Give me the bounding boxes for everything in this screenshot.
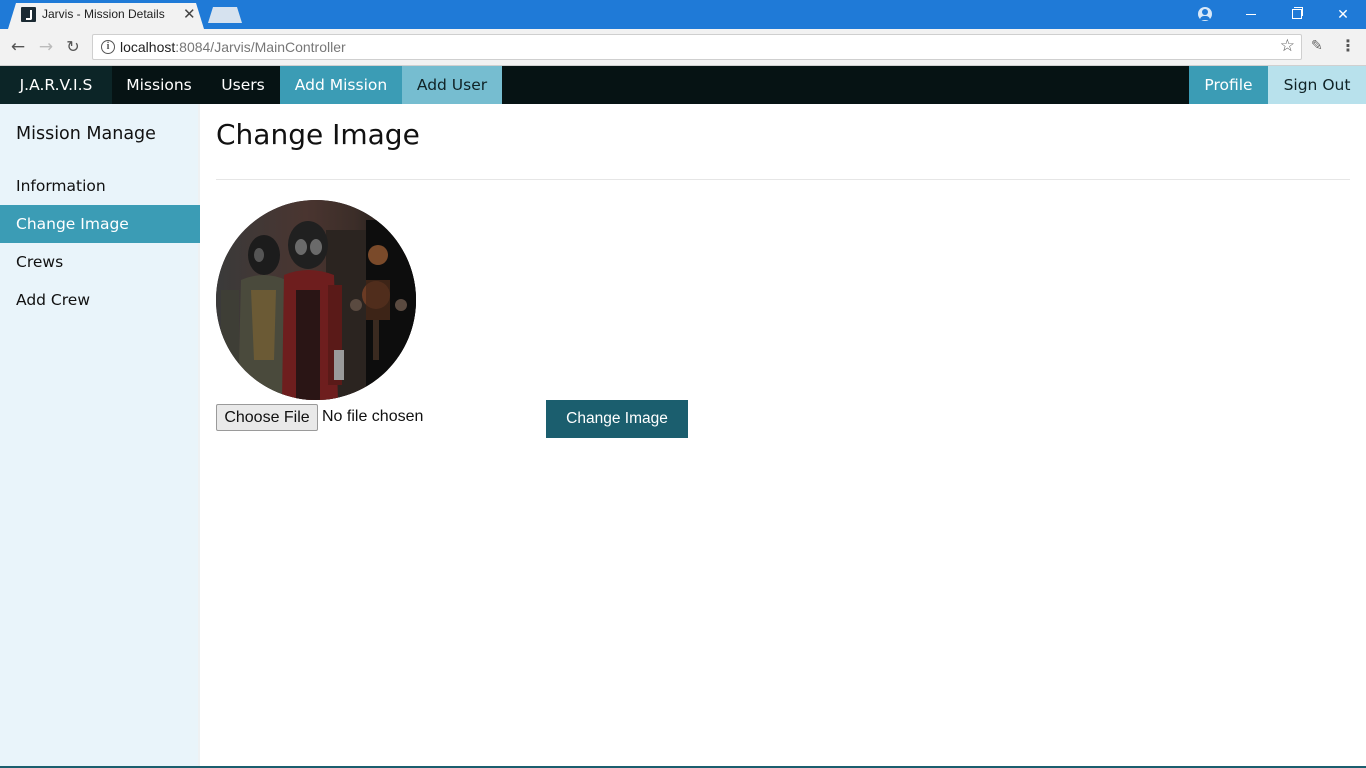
file-status-text: No file chosen: [322, 408, 424, 425]
reload-icon[interactable]: ↻: [63, 37, 83, 57]
sidebar-item-crews[interactable]: Crews: [0, 243, 200, 281]
sidebar-heading: Mission Manage: [16, 124, 156, 144]
address-bar[interactable]: i localhost:8084/Jarvis/MainController ☆: [92, 34, 1302, 60]
sidebar-item-add-crew[interactable]: Add Crew: [0, 281, 200, 319]
window-close-button[interactable]: ✕: [1320, 0, 1366, 29]
nav-profile[interactable]: Profile: [1189, 66, 1268, 104]
choose-file-button[interactable]: Choose File: [216, 404, 318, 431]
change-image-button[interactable]: Change Image: [546, 400, 688, 438]
forward-arrow-icon[interactable]: →: [36, 37, 56, 57]
mission-image-art: [216, 200, 416, 400]
new-tab-button[interactable]: [208, 7, 242, 23]
divider: [216, 179, 1350, 180]
sidebar-item-information[interactable]: Information: [0, 167, 200, 205]
nav-users[interactable]: Users: [206, 66, 280, 104]
menu-icon[interactable]: ⋮: [1340, 36, 1356, 55]
star-icon[interactable]: ☆: [1280, 36, 1295, 56]
eyedropper-icon[interactable]: ✎: [1311, 38, 1323, 54]
profile-icon[interactable]: [1198, 7, 1212, 21]
sidebar: Mission Manage Information Change Image …: [0, 104, 200, 768]
app-navbar: J.A.R.V.I.S Missions Users Add Mission A…: [0, 66, 1366, 104]
mission-image: [216, 200, 416, 400]
nav-add-user[interactable]: Add User: [402, 66, 502, 104]
restore-button[interactable]: [1274, 0, 1320, 29]
url-path: :8084/Jarvis/MainController: [175, 39, 346, 55]
page-title: Change Image: [216, 118, 420, 151]
nav-missions[interactable]: Missions: [112, 66, 206, 104]
nav-add-mission[interactable]: Add Mission: [280, 66, 402, 104]
back-arrow-icon[interactable]: ←: [8, 37, 28, 57]
tab-title: Jarvis - Mission Details: [42, 7, 165, 21]
browser-titlebar: Jarvis - Mission Details ✕ ✕: [0, 0, 1366, 29]
favicon-icon: [21, 7, 36, 22]
brand-link[interactable]: J.A.R.V.I.S: [0, 66, 112, 104]
minimize-button[interactable]: [1228, 0, 1274, 29]
sidebar-item-change-image[interactable]: Change Image: [0, 205, 200, 243]
close-icon[interactable]: ✕: [183, 5, 196, 23]
url-text[interactable]: localhost:8084/Jarvis/MainController: [120, 39, 346, 55]
url-host: localhost: [120, 39, 176, 55]
info-icon[interactable]: i: [101, 40, 115, 54]
nav-sign-out[interactable]: Sign Out: [1268, 66, 1366, 104]
browser-toolbar: ← → ↻ i localhost:8084/Jarvis/MainContro…: [0, 29, 1366, 66]
